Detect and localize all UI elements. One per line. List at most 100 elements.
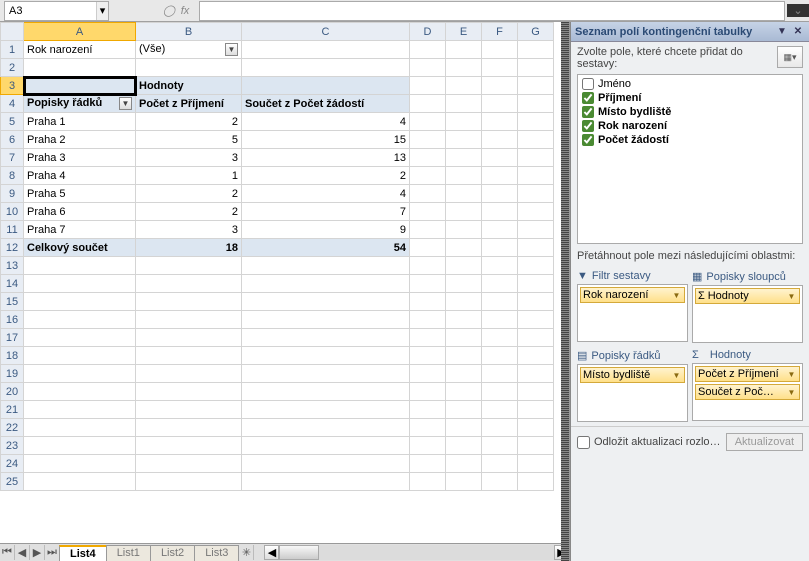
cell[interactable] [482,419,518,437]
cell[interactable] [482,455,518,473]
cell[interactable] [410,293,446,311]
cell[interactable] [24,329,136,347]
cell[interactable] [446,437,482,455]
cell[interactable] [136,473,242,491]
cell[interactable] [410,401,446,419]
cell[interactable]: 2 [242,167,410,185]
row-3[interactable]: 3Hodnoty [1,77,554,95]
cell[interactable] [136,383,242,401]
field-item[interactable]: Místo bydliště [580,105,800,119]
row-9[interactable]: 9Praha 524 [1,185,554,203]
cell[interactable] [482,383,518,401]
cell[interactable] [518,59,554,77]
cell[interactable] [518,113,554,131]
hscroll-track[interactable] [279,545,554,560]
cell[interactable] [482,347,518,365]
row-21[interactable]: 21 [1,401,554,419]
cell[interactable]: 54 [242,239,410,257]
row-16[interactable]: 16 [1,311,554,329]
cell[interactable]: Praha 7 [24,221,136,239]
cell[interactable]: Celkový součet [24,239,136,257]
row-18[interactable]: 18 [1,347,554,365]
cell[interactable] [410,113,446,131]
cell[interactable]: Praha 1 [24,113,136,131]
cell[interactable] [446,401,482,419]
cell[interactable]: 2 [136,185,242,203]
row-header[interactable]: 6 [1,131,24,149]
cell[interactable] [136,293,242,311]
area-filter-drop[interactable]: Rok narození▼ [577,284,688,342]
cell[interactable] [446,203,482,221]
row-header[interactable]: 13 [1,257,24,275]
cell[interactable]: Praha 2 [24,131,136,149]
cell[interactable] [482,185,518,203]
cell[interactable]: 7 [242,203,410,221]
cell[interactable]: 3 [136,221,242,239]
row-header[interactable]: 21 [1,401,24,419]
name-box-dropdown-icon[interactable]: ▾ [96,2,108,20]
cell[interactable] [518,455,554,473]
cell[interactable] [518,221,554,239]
cell[interactable] [446,149,482,167]
cell[interactable] [446,113,482,131]
row-22[interactable]: 22 [1,419,554,437]
col-header-g[interactable]: G [518,23,554,41]
cell[interactable] [518,131,554,149]
cell[interactable] [518,437,554,455]
defer-update-checkbox[interactable]: Odložit aktualizaci rozlo… [577,436,720,449]
tab-nav-next-icon[interactable]: ▶ [30,545,45,560]
cell[interactable]: 3 [136,149,242,167]
cell[interactable] [24,77,136,95]
cell[interactable] [482,203,518,221]
cell[interactable] [242,257,410,275]
row-header[interactable]: 12 [1,239,24,257]
field-item[interactable]: Rok narození [580,119,800,133]
cell[interactable] [482,293,518,311]
cell[interactable] [518,257,554,275]
row-header[interactable]: 11 [1,221,24,239]
col-header-a[interactable]: A [24,23,136,41]
col-header-d[interactable]: D [410,23,446,41]
cell[interactable]: 1 [136,167,242,185]
cell[interactable] [242,77,410,95]
cell[interactable]: Praha 6 [24,203,136,221]
cell[interactable]: 4 [242,185,410,203]
row-15[interactable]: 15 [1,293,554,311]
chip-value-2[interactable]: Součet z Poč…▼ [695,384,800,400]
field-list-layout-button[interactable]: ▦▾ [777,46,803,68]
cell[interactable] [410,329,446,347]
cell[interactable] [518,473,554,491]
cell[interactable]: 18 [136,239,242,257]
row-header[interactable]: 22 [1,419,24,437]
cell[interactable] [482,59,518,77]
cell[interactable] [410,347,446,365]
cell[interactable] [136,419,242,437]
chip-value-1[interactable]: Počet z Příjmení▼ [695,366,800,382]
cell[interactable] [410,41,446,59]
cell[interactable]: Součet z Počet žádostí [242,95,410,113]
row-6[interactable]: 6Praha 2515 [1,131,554,149]
cell[interactable] [446,185,482,203]
formula-input[interactable] [199,1,785,21]
defer-update-input[interactable] [577,436,590,449]
row-11[interactable]: 11Praha 739 [1,221,554,239]
cells-table[interactable]: A B C D E F G 1Rok narození(Vše)▼23Hodno… [0,22,554,491]
cell[interactable] [482,311,518,329]
row-header[interactable]: 3 [1,77,24,95]
cell[interactable] [446,95,482,113]
row-header[interactable]: 17 [1,329,24,347]
field-checkbox[interactable] [582,92,594,104]
row-header[interactable]: 4 [1,95,24,113]
name-box-input[interactable] [9,5,104,17]
row-header[interactable]: 24 [1,455,24,473]
area-rows-drop[interactable]: Místo bydliště▼ [577,364,688,422]
field-item[interactable]: Jméno [580,77,800,91]
formula-bar-expand-icon[interactable]: ⌄ [787,4,809,17]
field-item[interactable]: Počet žádostí [580,133,800,147]
row-header[interactable]: 14 [1,275,24,293]
new-sheet-icon[interactable]: ✳ [239,545,254,560]
row-header[interactable]: 18 [1,347,24,365]
cell[interactable] [518,293,554,311]
cell[interactable] [482,239,518,257]
field-item[interactable]: Příjmení [580,91,800,105]
